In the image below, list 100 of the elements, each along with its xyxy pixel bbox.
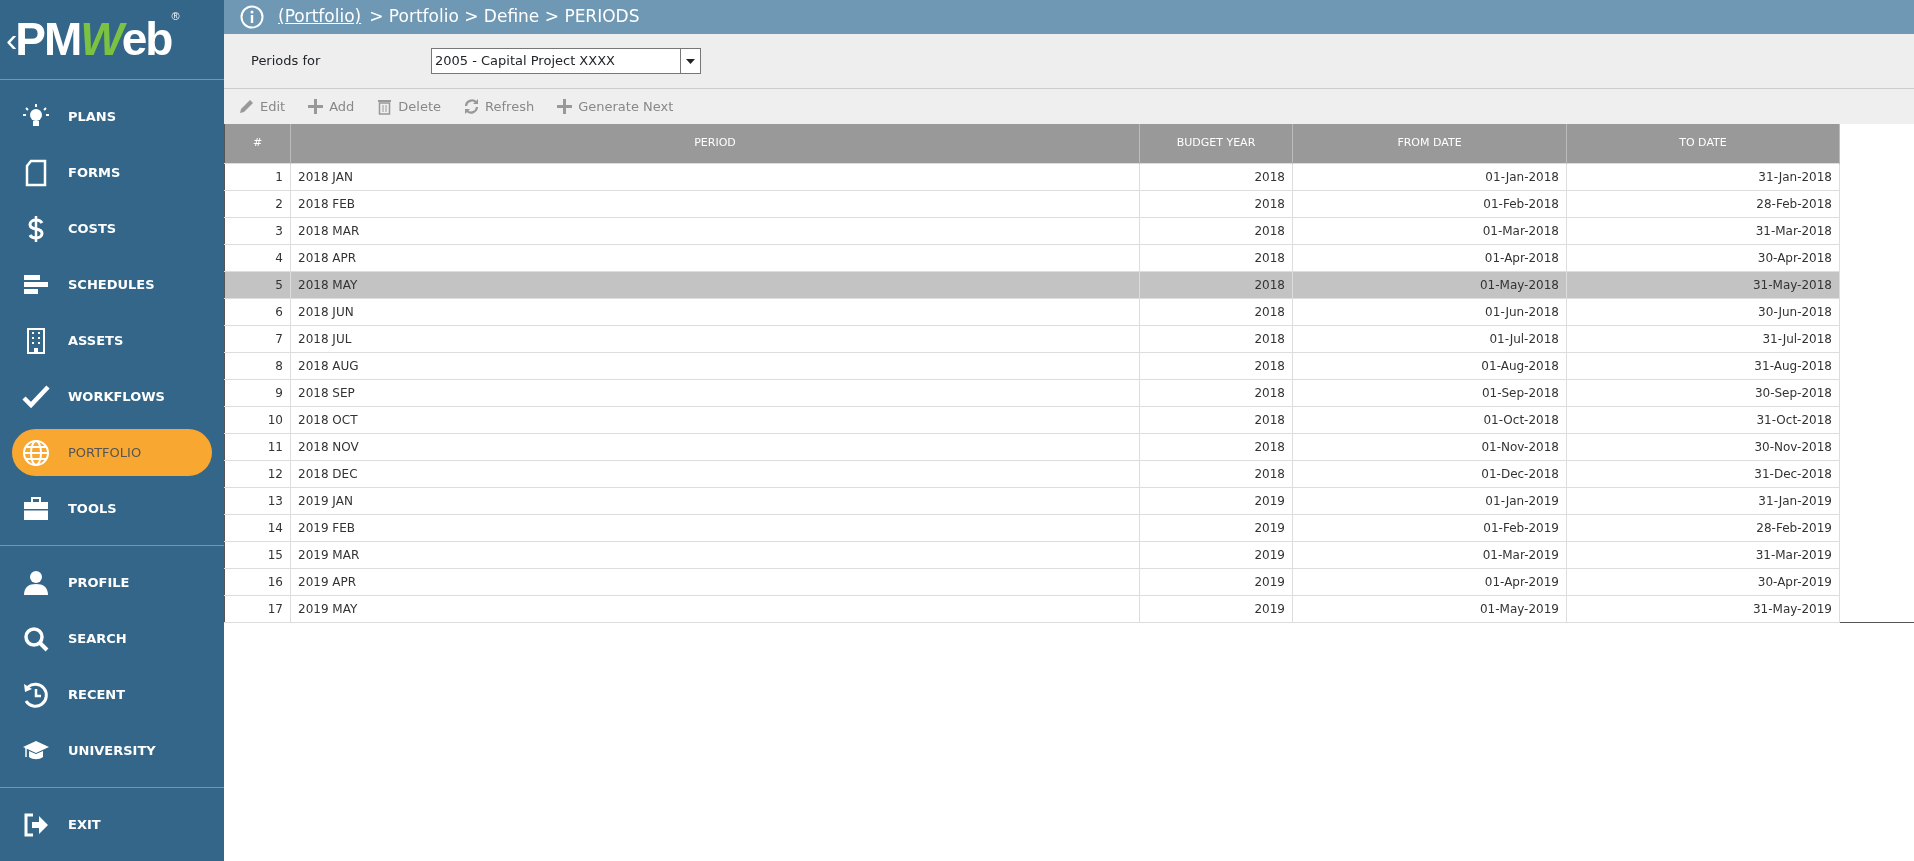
- toolbar-button[interactable]: Edit: [238, 96, 286, 117]
- sidebar-item[interactable]: SCHEDULES: [12, 261, 212, 308]
- sidebar-item[interactable]: SEARCH: [12, 615, 212, 662]
- info-icon[interactable]: [240, 5, 264, 29]
- table-cell: 2018 DEC: [290, 460, 1140, 487]
- table-cell: 2018 MAY: [290, 271, 1140, 298]
- table-cell: 31-Jan-2019: [1566, 487, 1840, 514]
- project-dropdown[interactable]: 2005 - Capital Project XXXX: [431, 48, 701, 74]
- pencil-icon: [238, 98, 255, 115]
- table-cell: 2018 NOV: [290, 433, 1140, 460]
- table-cell: 2018 AUG: [290, 352, 1140, 379]
- table-cell: 2019 APR: [290, 568, 1140, 595]
- sidebar-item[interactable]: FORMS: [12, 149, 212, 196]
- table-cell: 2019 MAR: [290, 541, 1140, 568]
- table-cell: 16: [224, 568, 291, 595]
- sidebar-item[interactable]: WORKFLOWS: [12, 373, 212, 420]
- table-cell: 2018 JAN: [290, 163, 1140, 190]
- briefcase-icon: [22, 494, 50, 523]
- table-cell: 01-Apr-2018: [1292, 244, 1567, 271]
- table-cell: 9: [224, 379, 291, 406]
- sidebar-item[interactable]: PLANS: [12, 93, 212, 140]
- table-cell: 01-Feb-2018: [1292, 190, 1567, 217]
- sidebar-item[interactable]: TOOLS: [12, 485, 212, 532]
- table-cell: 15: [224, 541, 291, 568]
- table-cell: 01-Mar-2018: [1292, 217, 1567, 244]
- sidebar-item[interactable]: RECENT: [12, 671, 212, 718]
- table-cell: 01-Jan-2019: [1292, 487, 1567, 514]
- table-cell: 2019 MAY: [290, 595, 1140, 622]
- table-cell: 7: [224, 325, 291, 352]
- table-cell: 2: [224, 190, 291, 217]
- table-cell: 2018: [1139, 352, 1293, 379]
- table-cell: 30-Apr-2019: [1566, 568, 1840, 595]
- toolbar-button[interactable]: Refresh: [463, 96, 535, 117]
- table-cell: 5: [224, 271, 291, 298]
- table-cell: 01-Feb-2019: [1292, 514, 1567, 541]
- table-cell: 31-Mar-2018: [1566, 217, 1840, 244]
- table-cell: 2018 JUL: [290, 325, 1140, 352]
- table-cell: 30-Jun-2018: [1566, 298, 1840, 325]
- table-cell: 28-Feb-2019: [1566, 514, 1840, 541]
- table-cell: 2018: [1139, 163, 1293, 190]
- plus-icon: [307, 98, 325, 115]
- table-cell: 3: [224, 217, 291, 244]
- table-cell: 2018 FEB: [290, 190, 1140, 217]
- table-cell: 2019: [1139, 514, 1293, 541]
- table-cell: 2018 SEP: [290, 379, 1140, 406]
- sidebar-item[interactable]: UNIVERSITY: [12, 727, 212, 774]
- sidebar-item[interactable]: PORTFOLIO: [12, 429, 212, 476]
- table-cell: 4: [224, 244, 291, 271]
- table-cell: 2019: [1139, 568, 1293, 595]
- globe-icon: [22, 438, 50, 467]
- sidebar-item[interactable]: ASSETS: [12, 317, 212, 364]
- table-cell: 2018 APR: [290, 244, 1140, 271]
- table-cell: 01-Jan-2018: [1292, 163, 1567, 190]
- table-cell: 31-Dec-2018: [1566, 460, 1840, 487]
- caret-icon: [686, 58, 695, 64]
- trash-icon: [376, 98, 394, 115]
- table-cell: 01-Oct-2018: [1292, 406, 1567, 433]
- table-cell: 12: [224, 460, 291, 487]
- table-cell: 2019 JAN: [290, 487, 1140, 514]
- table-cell: 1: [224, 163, 291, 190]
- table-cell: 2019 FEB: [290, 514, 1140, 541]
- table-cell: 2019: [1139, 595, 1293, 622]
- toolbar-button[interactable]: Add: [307, 96, 355, 117]
- table-cell: 11: [224, 433, 291, 460]
- sidebar-item[interactable]: EXIT: [12, 801, 212, 848]
- table-cell: 2018 OCT: [290, 406, 1140, 433]
- search-icon: [22, 624, 50, 653]
- table-cell: 31-Jan-2018: [1566, 163, 1840, 190]
- table-cell: 2018: [1139, 460, 1293, 487]
- toolbar-button[interactable]: Generate Next: [556, 96, 674, 117]
- table-cell: 01-Nov-2018: [1292, 433, 1567, 460]
- sidebar-item[interactable]: COSTS: [12, 205, 212, 252]
- table-cell: 10: [224, 406, 291, 433]
- table-cell: 31-Oct-2018: [1566, 406, 1840, 433]
- refresh-icon: [463, 98, 481, 115]
- table-cell: 2018 MAR: [290, 217, 1140, 244]
- table-cell: 01-Jul-2018: [1292, 325, 1567, 352]
- plus-icon: [556, 98, 574, 115]
- table-cell: 2018: [1139, 433, 1293, 460]
- table-cell: 01-May-2019: [1292, 595, 1567, 622]
- table-cell: 2019: [1139, 487, 1293, 514]
- table-cell: 2018: [1139, 244, 1293, 271]
- table-cell: 2018: [1139, 271, 1293, 298]
- table-cell: 01-Apr-2019: [1292, 568, 1567, 595]
- table-cell: 2018: [1139, 325, 1293, 352]
- sidebar-item[interactable]: PROFILE: [12, 559, 212, 606]
- table-cell: 30-Apr-2018: [1566, 244, 1840, 271]
- table-cell: 13: [224, 487, 291, 514]
- toolbar-button[interactable]: Delete: [376, 96, 442, 117]
- table-cell: 31-Jul-2018: [1566, 325, 1840, 352]
- person-icon: [22, 568, 50, 597]
- breadcrumb-path: > Portfolio > Define > PERIODS: [369, 5, 640, 29]
- table-cell: 14: [224, 514, 291, 541]
- table-cell: 01-Dec-2018: [1292, 460, 1567, 487]
- table-cell: 01-Mar-2019: [1292, 541, 1567, 568]
- filter-label: Periods for: [251, 52, 322, 71]
- table-cell: 01-May-2018: [1292, 271, 1567, 298]
- table-cell: 2018 JUN: [290, 298, 1140, 325]
- table-cell: 2018: [1139, 379, 1293, 406]
- table-cell: 8: [224, 352, 291, 379]
